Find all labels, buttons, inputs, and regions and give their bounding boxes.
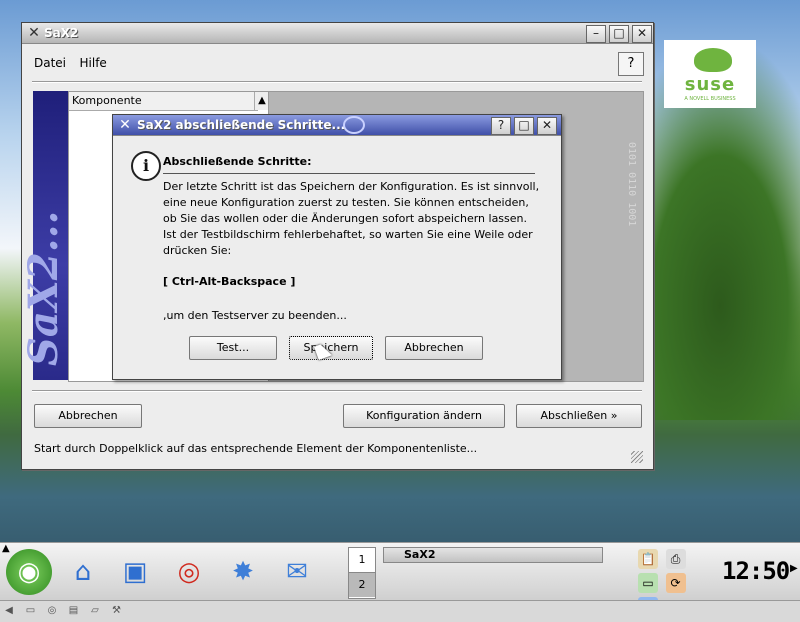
menu-datei[interactable]: Datei [34,56,66,70]
final-steps-dialog: ✕ SaX2 abschließende Schritte... ? □ ✕ i… [112,114,562,380]
scroll-up-icon[interactable]: ▲ [254,92,269,110]
clock[interactable]: 12:50 [722,557,790,585]
help-lifebuoy-icon[interactable]: ◎ [166,549,212,595]
kmenu-chameleon-icon[interactable]: ◉ [6,549,52,595]
sax2-spinner-icon [343,116,365,134]
klipper-icon[interactable]: 📋 [638,549,658,569]
status-text: Start durch Doppelklick auf das entsprec… [34,442,478,455]
network-icon[interactable]: ▭ [638,573,658,593]
maximize-icon[interactable]: □ [609,25,629,43]
kmail-icon[interactable]: ✉ [274,549,320,595]
sax2-sidebar-banner: SaX2... [20,91,69,380]
maximize-icon[interactable]: □ [514,117,534,135]
whats-this-help-icon[interactable]: ? [618,52,644,76]
tools-icon[interactable]: ⚒ [110,604,124,618]
suse-logo: suse A NOVELL BUSINESS [664,40,756,108]
dialog-titlebar[interactable]: ✕ SaX2 abschließende Schritte... ? □ ✕ [113,115,561,136]
system-tray: 📋 ⎙ ▭ ⟳ i [636,547,714,617]
dialog-body-text: Der letzte Schritt ist das Speichern der… [163,180,540,257]
main-titlebar[interactable]: ✕ SaX2 – □ ✕ [22,23,653,44]
change-config-button[interactable]: Konfiguration ändern [343,404,505,428]
main-window-title: SaX2 [44,26,79,40]
info-icon: i [131,151,161,181]
disk-icon[interactable]: ▤ [67,604,81,618]
dialog-heading: Abschließende Schritte: [163,155,312,168]
menu-divider [32,81,642,83]
logout-icon[interactable]: ◎ [45,604,59,618]
cancel-button[interactable]: Abbrechen [34,404,142,428]
suse-logo-word: suse [684,74,736,95]
panel-hide-right-icon[interactable]: ▶ [790,563,798,574]
close-icon[interactable]: ✕ [537,117,557,135]
panel-arrow-left-icon[interactable]: ◀ [2,604,16,618]
minimize-icon[interactable]: – [586,25,606,43]
taskbar-panel: ▲ ◉ ⌂ ▣ ◎ ✸ ✉ 1 2 SaX2 📋 ⎙ ▭ ⟳ i 12:50 ▶ [0,542,800,617]
printer-icon[interactable]: ⎙ [665,549,686,569]
menubar: Datei Hilfe [34,56,117,74]
resize-grip-icon[interactable] [631,451,643,463]
dialog-title: SaX2 abschließende Schritte... [137,118,346,132]
save-button[interactable]: Speichern [289,336,373,360]
button-divider [32,390,642,392]
desktop-pager: 1 2 [348,547,376,599]
help-icon[interactable]: ? [491,117,511,135]
test-button[interactable]: Test... [189,336,277,360]
dialog-cancel-button[interactable]: Abbrechen [385,336,483,360]
control-center-icon[interactable]: ▣ [112,549,158,595]
dialog-end-text: ,um den Testserver zu beenden... [163,309,347,322]
child-panel: ◀ ▭ ◎ ▤ ▱ ⚒ [0,600,800,622]
home-icon[interactable]: ⌂ [60,549,106,595]
tree-header[interactable]: Komponente [69,92,258,111]
lock-icon[interactable]: ▭ [24,604,38,618]
sidebar-text: SaX2... [20,210,67,366]
konqueror-icon[interactable]: ✸ [220,549,266,595]
taskbar-item-sax2[interactable]: SaX2 [383,547,603,563]
suse-logo-subtitle: A NOVELL BUSINESS [684,96,736,102]
finish-button[interactable]: Abschließen » [516,404,642,428]
suse-lizard-icon [694,48,732,72]
close-icon[interactable]: ✕ [632,25,652,43]
heading-divider [163,173,535,174]
update-icon[interactable]: ⟳ [665,573,686,593]
folder-icon[interactable]: ▱ [88,604,102,618]
x-logo-icon: ✕ [28,25,40,41]
panel-hide-left-icon[interactable]: ▲ [2,543,10,554]
menu-hilfe[interactable]: Hilfe [80,56,107,70]
x-logo-icon: ✕ [119,117,131,133]
pager-desktop-2[interactable]: 2 [349,572,375,597]
key-combination: [ Ctrl-Alt-Backspace ] [163,275,296,288]
binary-decoration: 0101 0110 1001 [626,142,637,227]
pager-desktop-1[interactable]: 1 [349,548,375,572]
